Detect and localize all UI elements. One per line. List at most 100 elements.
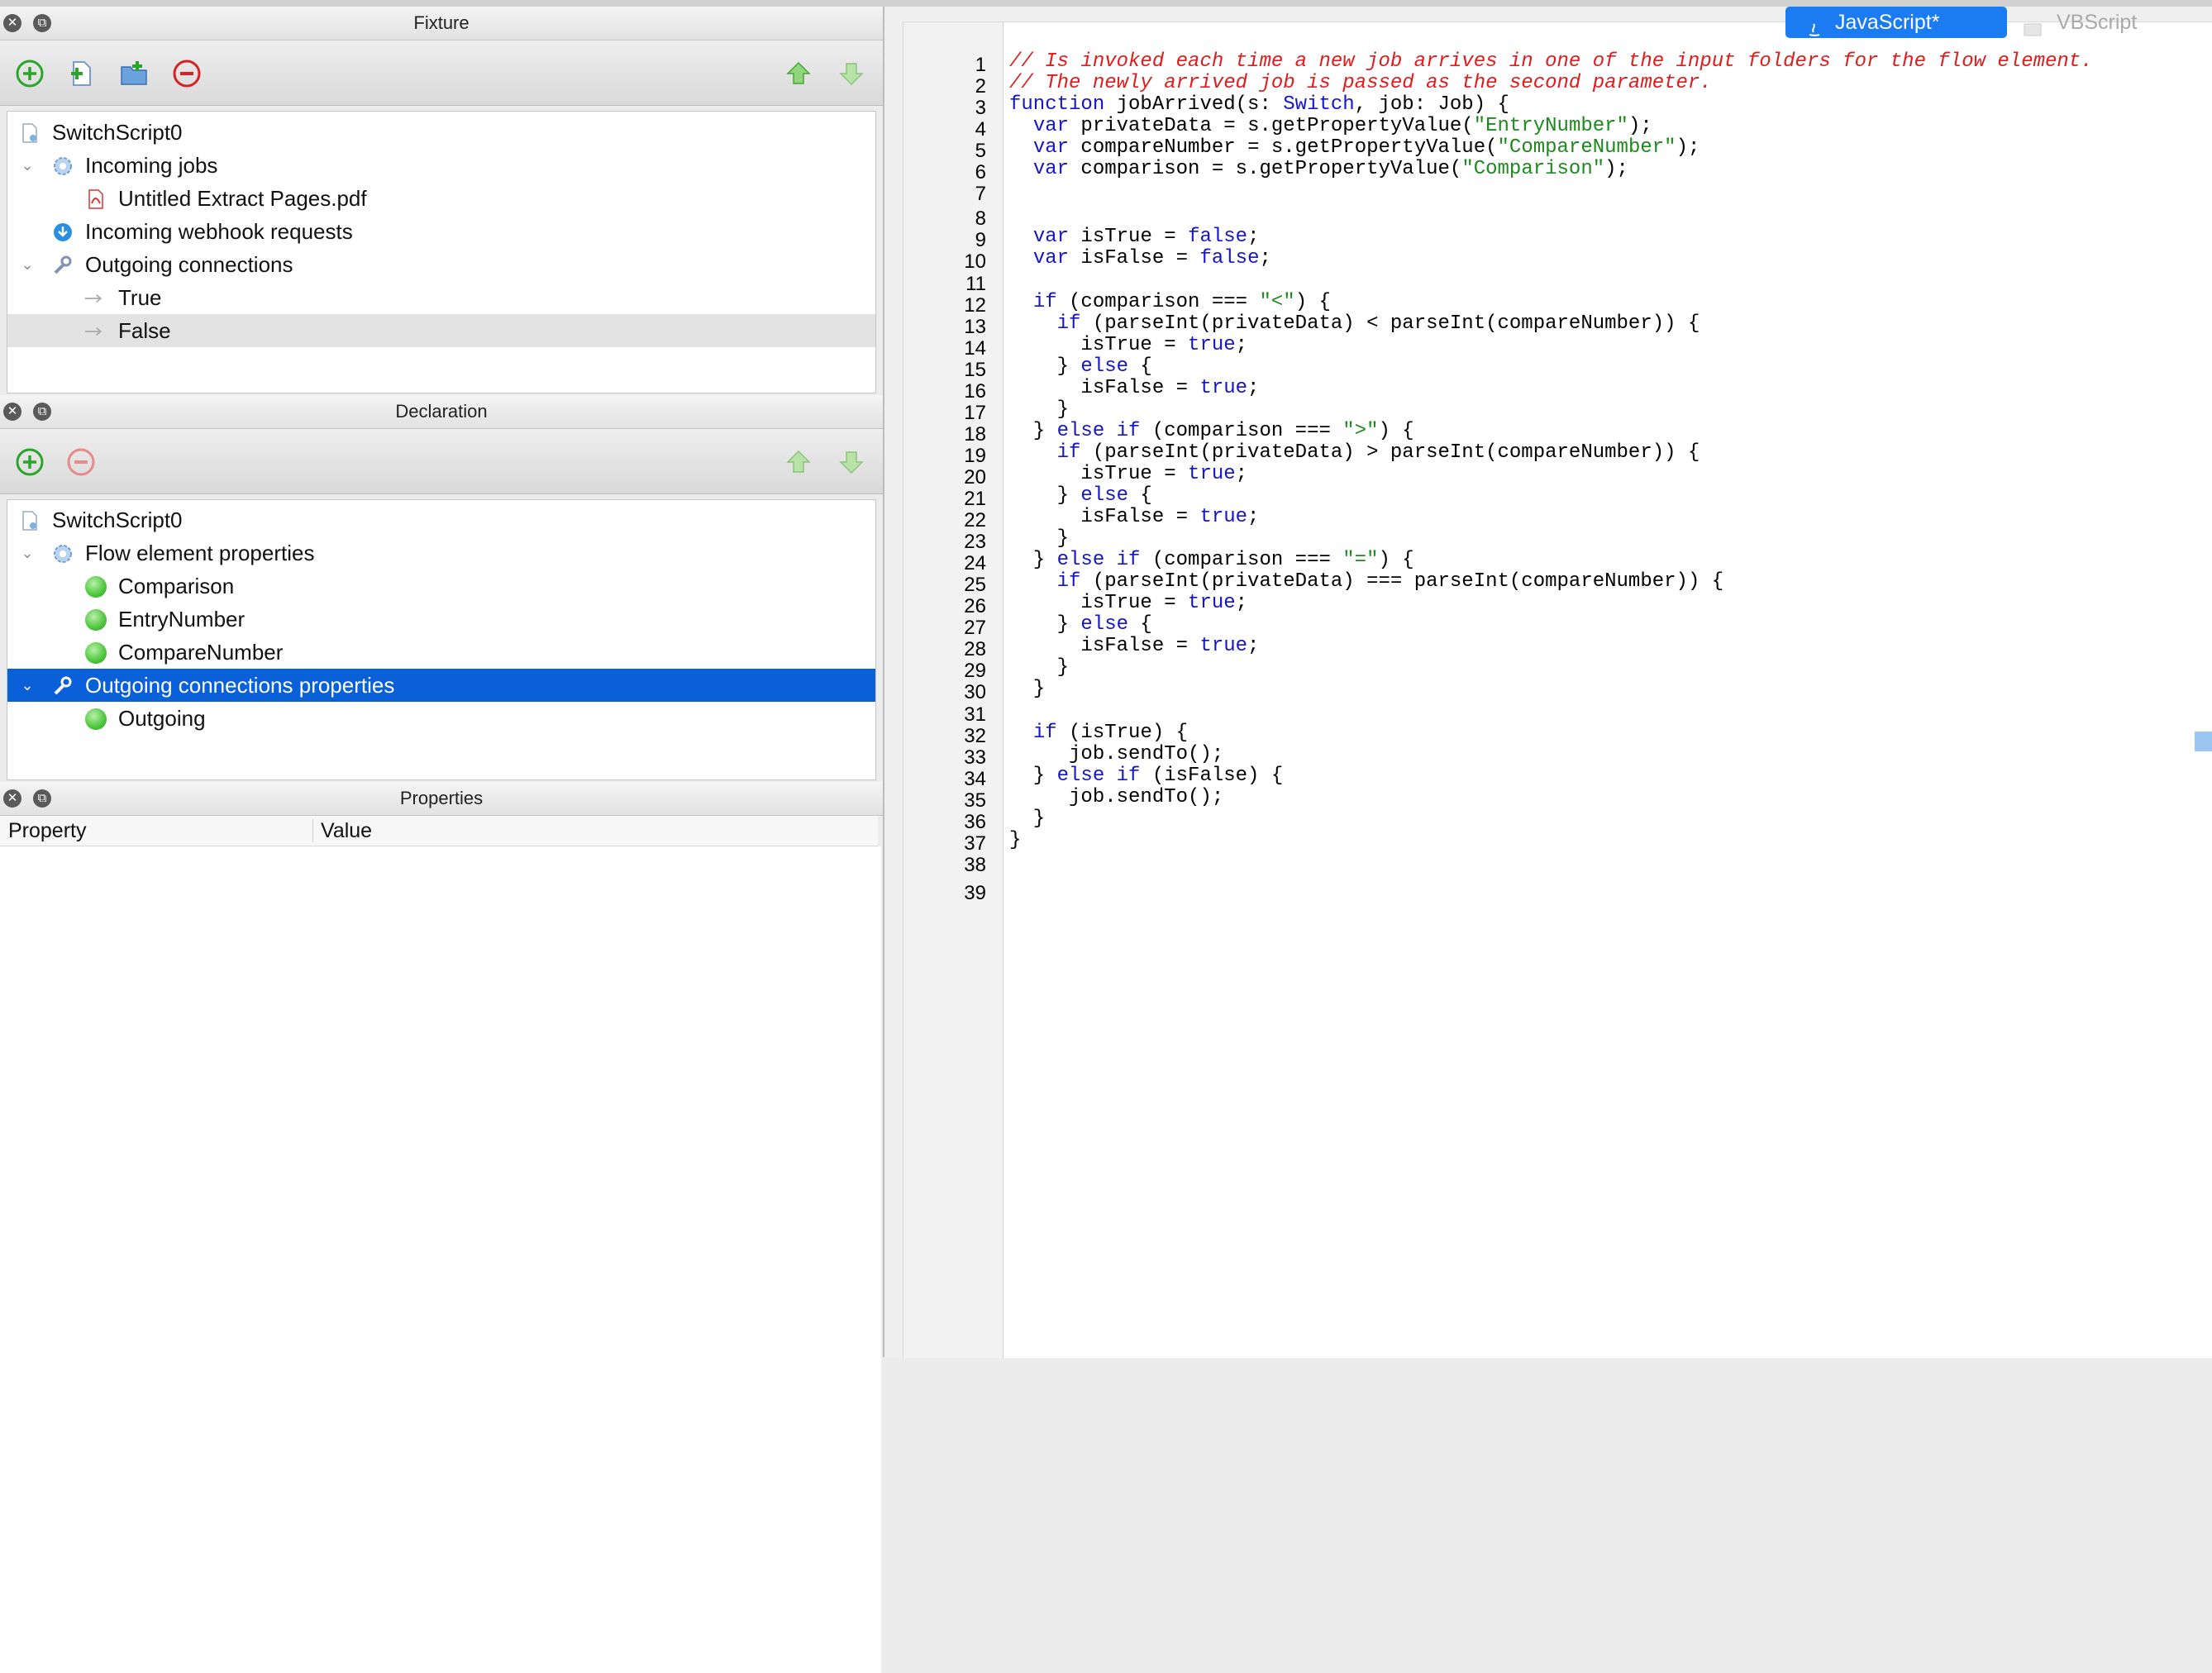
line-number: 38: [964, 853, 986, 876]
line-number: 25: [964, 574, 986, 597]
tree-item-false[interactable]: False: [7, 314, 875, 347]
code-line[interactable]: }: [1009, 398, 1069, 421]
tree-item-label: Untitled Extract Pages.pdf: [118, 186, 367, 211]
green-dot-icon: [85, 576, 107, 598]
code-line[interactable]: } else {: [1009, 613, 1152, 636]
tree-item-switchscript[interactable]: SwitchScript0: [7, 116, 875, 149]
add-icon[interactable]: [15, 59, 45, 88]
remove-icon[interactable]: [172, 59, 202, 88]
tab-javascript[interactable]: JavaScript*: [1785, 7, 2007, 38]
code-line[interactable]: function jobArrived(s: Switch, job: Job)…: [1009, 93, 1509, 116]
line-number: 27: [964, 617, 986, 640]
column-header-property[interactable]: Property: [8, 816, 86, 846]
code-line[interactable]: } else {: [1009, 484, 1152, 507]
code-line[interactable]: }: [1009, 527, 1069, 550]
code-line[interactable]: var compareNumber = s.getPropertyValue("…: [1009, 136, 1700, 159]
add-file-icon[interactable]: [66, 59, 96, 88]
tree-item-comparison[interactable]: Comparison: [7, 570, 875, 603]
line-number: 9: [975, 229, 986, 252]
chevron-down-icon[interactable]: ⌄: [17, 149, 37, 182]
chevron-down-icon[interactable]: ⌄: [17, 669, 37, 702]
tree-item-comparenumber[interactable]: CompareNumber: [7, 636, 875, 669]
chevron-down-icon[interactable]: ⌄: [17, 248, 37, 281]
line-number: 16: [964, 379, 986, 403]
line-number-gutter: 1 2 3 4 5 6 7 8 9 10 11 12 13 14 15 16 17 18 19 20 21 22 23 24 2…: [903, 22, 1004, 1358]
code-line[interactable]: job.sendTo();: [1009, 743, 1223, 765]
tree-item-outgoing[interactable]: Outgoing: [7, 702, 875, 735]
code-line[interactable]: }: [1009, 656, 1069, 679]
declaration-panel-header: ✕ ⧉ Declaration: [0, 395, 883, 429]
tree-item-pdf-job[interactable]: Untitled Extract Pages.pdf: [7, 182, 875, 215]
line-number: 32: [964, 724, 986, 747]
code-editor[interactable]: 1 2 3 4 5 6 7 8 9 10 11 12 13 14 15 16 17 18 19 20 21 22 23 24 2…: [903, 21, 2212, 1358]
code-line[interactable]: }: [1009, 829, 1021, 851]
chevron-down-icon[interactable]: ⌄: [17, 536, 37, 570]
add-icon[interactable]: [15, 447, 45, 477]
code-line[interactable]: if (isTrue) {: [1009, 722, 1188, 744]
code-line[interactable]: if (parseInt(privateData) === parseInt(c…: [1009, 570, 1724, 593]
code-line[interactable]: // Is invoked each time a new job arrive…: [1009, 50, 2093, 73]
tree-item-label: Outgoing connections: [85, 252, 293, 277]
line-number: 26: [964, 595, 986, 618]
declaration-panel: ✕ ⧉ Declaration SwitchScript0 ⌄ Flow ele…: [0, 395, 883, 784]
move-down-icon[interactable]: [837, 59, 866, 88]
tree-item-label: SwitchScript0: [52, 120, 183, 145]
tree-item-incoming-jobs[interactable]: ⌄ Incoming jobs: [7, 149, 875, 182]
add-folder-icon[interactable]: [119, 59, 149, 88]
code-line[interactable]: }: [1009, 678, 1045, 700]
javascript-icon: [1807, 15, 1822, 36]
code-line[interactable]: var isFalse = false;: [1009, 247, 1271, 269]
code-line[interactable]: if (comparison === "<") {: [1009, 291, 1331, 313]
tab-vbscript[interactable]: VBScript: [2009, 7, 2204, 38]
move-down-icon[interactable]: [837, 447, 866, 477]
code-line[interactable]: var privateData = s.getPropertyValue("En…: [1009, 115, 1652, 137]
column-header-value[interactable]: Value: [321, 816, 372, 846]
scrollbar-thumb[interactable]: [2195, 732, 2212, 751]
line-number: 11: [965, 272, 986, 295]
line-number: 14: [964, 336, 986, 360]
tree-item-flow-element-properties[interactable]: ⌄ Flow element properties: [7, 536, 875, 570]
code-line[interactable]: } else if (comparison === "=") {: [1009, 549, 1414, 571]
code-line[interactable]: isFalse = true;: [1009, 377, 1259, 399]
tree-item-true[interactable]: True: [7, 281, 875, 314]
remove-icon[interactable]: [66, 447, 96, 477]
panel-title: Fixture: [413, 12, 470, 33]
line-number: 17: [964, 401, 986, 424]
line-number: 21: [964, 488, 986, 510]
line-number: 3: [975, 97, 986, 120]
code-line[interactable]: job.sendTo();: [1009, 786, 1223, 808]
code-line[interactable]: if (parseInt(privateData) > parseInt(com…: [1009, 441, 1700, 464]
tree-item-entrynumber[interactable]: EntryNumber: [7, 603, 875, 636]
move-up-icon[interactable]: [784, 447, 813, 477]
column-divider[interactable]: [312, 819, 313, 842]
code-line[interactable]: } else if (comparison === ">") {: [1009, 420, 1414, 442]
code-line[interactable]: isFalse = true;: [1009, 635, 1259, 657]
tree-item-label: True: [118, 285, 162, 310]
code-line[interactable]: // The newly arrived job is passed as th…: [1009, 72, 1712, 94]
tree-item-outgoing-connections-properties[interactable]: ⌄ Outgoing connections properties: [7, 669, 875, 702]
tree-item-switchscript[interactable]: SwitchScript0: [7, 503, 875, 536]
code-line[interactable]: isTrue = true;: [1009, 334, 1247, 356]
code-line[interactable]: } else if (isFalse) {: [1009, 765, 1283, 787]
tree-item-label: False: [118, 318, 171, 343]
connection-arrow-icon: [84, 294, 102, 303]
fixture-toolbar: [0, 41, 883, 106]
code-line[interactable]: isTrue = true;: [1009, 592, 1247, 614]
code-line[interactable]: isTrue = true;: [1009, 463, 1247, 485]
code-line[interactable]: isFalse = true;: [1009, 506, 1259, 528]
code-line[interactable]: var isTrue = false;: [1009, 226, 1260, 248]
code-line[interactable]: if (parseInt(privateData) < parseInt(com…: [1009, 312, 1700, 335]
line-number: 15: [964, 358, 986, 381]
code-line[interactable]: }: [1009, 808, 1045, 830]
properties-table-header: Property Value: [0, 816, 878, 846]
properties-table-body: [0, 846, 881, 1673]
connection-arrow-icon: [84, 327, 102, 336]
tree-item-outgoing-connections[interactable]: ⌄ Outgoing connections: [7, 248, 875, 281]
code-line[interactable]: } else {: [1009, 355, 1152, 378]
move-up-icon[interactable]: [784, 59, 813, 88]
tree-item-webhook[interactable]: Incoming webhook requests: [7, 215, 875, 248]
panel-title: Properties: [399, 788, 484, 808]
code-line[interactable]: var comparison = s.getPropertyValue("Com…: [1009, 158, 1628, 180]
wrench-icon: [54, 255, 72, 274]
tree-item-label: Comparison: [118, 574, 235, 598]
